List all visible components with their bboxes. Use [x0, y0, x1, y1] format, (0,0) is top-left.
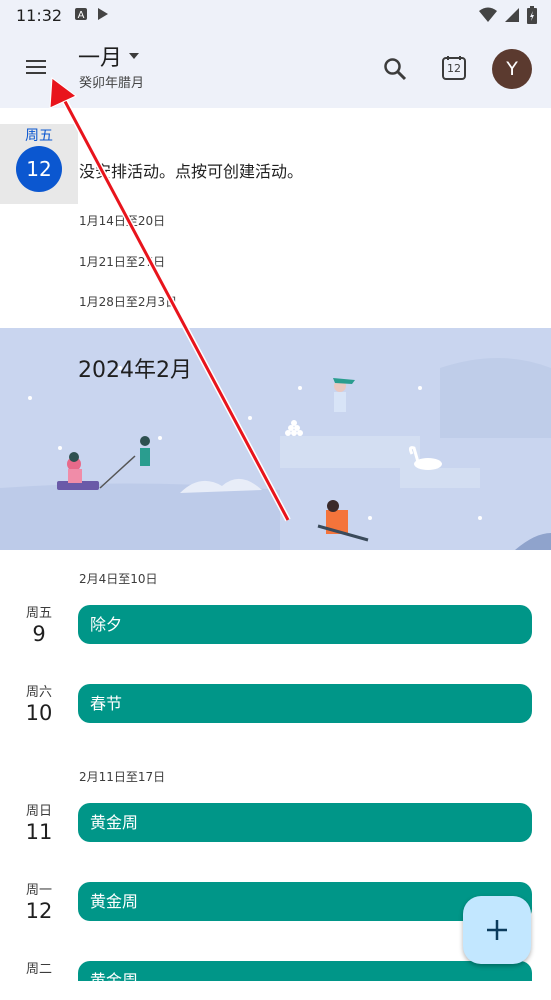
day-weekday: 周五: [25, 606, 52, 621]
today-date[interactable]: 12: [16, 146, 62, 192]
week-range-label: 1月21日至27日: [79, 255, 166, 269]
day-number[interactable]: 12: [0, 899, 78, 923]
today-button[interactable]: 12: [440, 54, 468, 82]
no-events-message[interactable]: 没安排活动。点按可创建活动。: [79, 158, 303, 182]
month-title: 一月: [78, 46, 123, 71]
status-icons-left: A: [74, 7, 110, 21]
day-number[interactable]: 9: [0, 622, 78, 646]
day-weekday: 周六: [25, 685, 52, 700]
week-range-label: 2月4日至10日: [79, 572, 158, 586]
event-chip[interactable]: 除夕: [78, 605, 532, 644]
app-header: 一月 癸卯年腊月 12 Y: [0, 32, 551, 108]
week-range-label: 1月14日至20日: [79, 214, 166, 228]
signal-icon: [505, 8, 519, 22]
day-weekday: 周二: [25, 962, 52, 977]
battery-icon: [527, 6, 537, 24]
week-range-label: 1月28日至2月3日: [79, 295, 178, 309]
event-chip[interactable]: 黄金周: [78, 803, 532, 842]
today-weekday: 周五: [25, 128, 53, 144]
event-chip[interactable]: 春节: [78, 684, 532, 723]
status-icons-right: [479, 6, 537, 24]
menu-icon[interactable]: [24, 58, 50, 78]
a-icon: A: [75, 8, 87, 21]
create-event-button[interactable]: [463, 896, 531, 964]
status-time: 11:32: [16, 6, 63, 25]
dropdown-icon: [129, 53, 140, 59]
week-range-label: 2月11日至17日: [79, 770, 166, 784]
svg-text:A: A: [78, 10, 85, 21]
status-bar: 11:32 A: [0, 0, 551, 32]
day-number[interactable]: 11: [0, 820, 78, 844]
banner-month-title: 2024年2月: [78, 358, 192, 383]
search-icon[interactable]: [382, 56, 408, 82]
wifi-icon: [479, 7, 497, 22]
day-weekday: 周日: [25, 804, 52, 819]
event-chip[interactable]: 黄金周: [78, 961, 532, 990]
account-avatar[interactable]: Y: [492, 49, 532, 89]
play-icon: [98, 8, 108, 20]
day-number[interactable]: 10: [0, 701, 78, 725]
day-weekday: 周一: [25, 883, 52, 898]
lunar-date: 癸卯年腊月: [79, 76, 145, 91]
today-icon-day: 12: [447, 62, 461, 75]
plus-icon: [487, 920, 507, 940]
month-selector[interactable]: 一月: [78, 40, 140, 72]
